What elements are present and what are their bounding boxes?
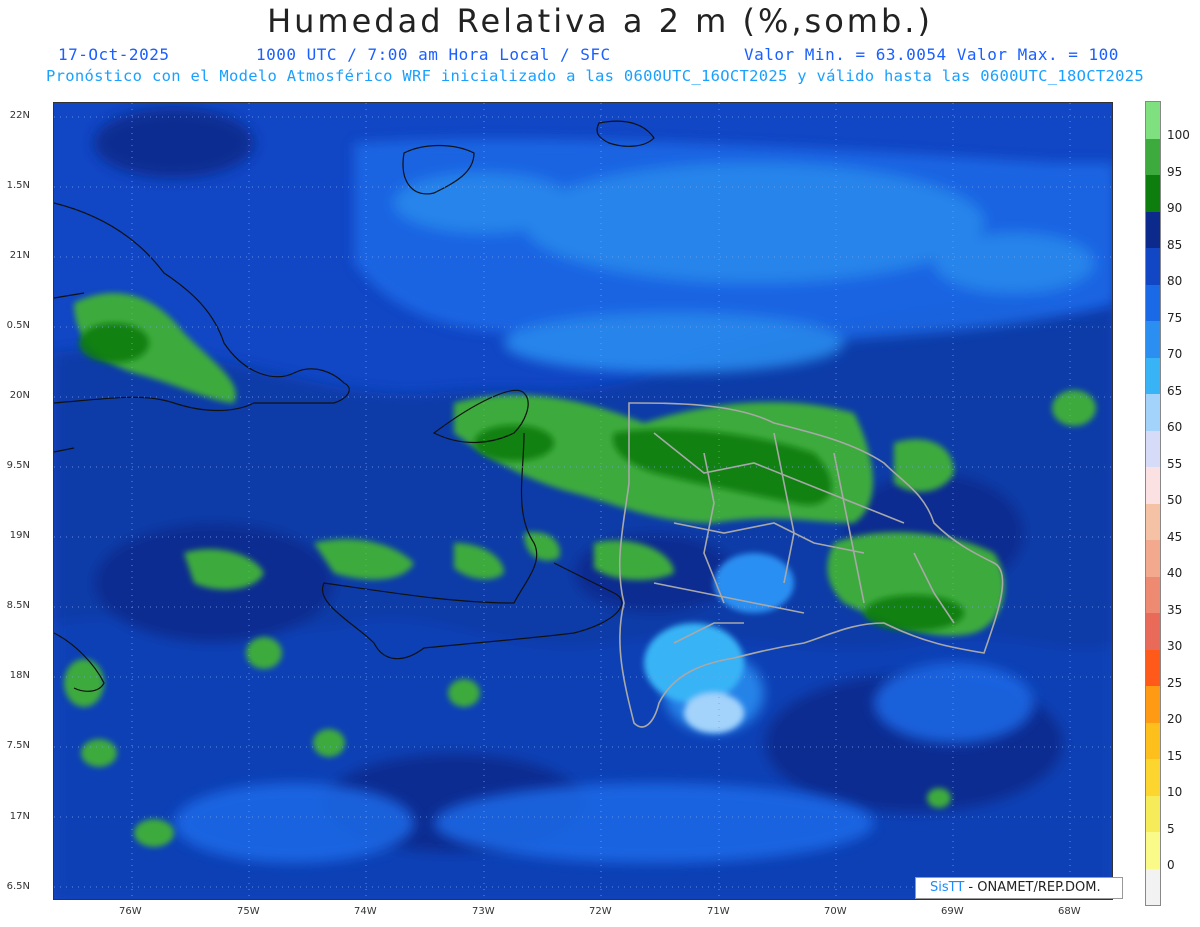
colorbar-label-50: 50 [1167, 493, 1183, 507]
colorbar-label-90: 90 [1167, 201, 1183, 215]
model-info: Pronóstico con el Modelo Atmosférico WRF… [46, 67, 1145, 85]
lon-label-72w: 72W [589, 906, 612, 917]
colorbar-swatch [1146, 503, 1160, 540]
lon-label-76w: 76W [119, 906, 142, 917]
humidity-map [53, 102, 1113, 900]
lon-label-68w: 68W [1058, 906, 1081, 917]
colorbar-swatch [1146, 832, 1160, 869]
colorbar-label-80: 80 [1167, 274, 1183, 288]
colorbar-label-60: 60 [1167, 420, 1183, 434]
colorbar-swatch [1146, 248, 1160, 285]
colorbar-swatch [1146, 211, 1160, 248]
colorbar-label-95: 95 [1167, 165, 1183, 179]
colorbar-swatch [1146, 284, 1160, 321]
colorbar-swatch [1146, 576, 1160, 613]
lat-label-16.5n: 6.5N [6, 881, 30, 892]
forecast-time: 1000 UTC / 7:00 am Hora Local / SFC [256, 45, 611, 64]
credit-box: SisTT - ONAMET/REP.DOM. [915, 877, 1123, 899]
colorbar-label-30: 30 [1167, 639, 1183, 653]
colorbar-swatch [1146, 759, 1160, 796]
lat-label-21n: 21N [9, 250, 30, 261]
lon-label-69w: 69W [941, 906, 964, 917]
colorbar-label-55: 55 [1167, 457, 1183, 471]
colorbar-swatch [1146, 868, 1160, 905]
colorbar-label-35: 35 [1167, 603, 1183, 617]
forecast-date: 17-Oct-2025 [58, 45, 170, 64]
colorbar-swatch [1146, 540, 1160, 577]
colorbar-label-20: 20 [1167, 712, 1183, 726]
map-title: Humedad Relativa a 2 m (%,somb.) [267, 2, 933, 40]
colorbar-label-70: 70 [1167, 347, 1183, 361]
colorbar-swatch [1146, 138, 1160, 175]
lat-label-18n: 18N [9, 670, 30, 681]
colorbar-label-40: 40 [1167, 566, 1183, 580]
colorbar-swatch [1146, 430, 1160, 467]
colorbar-label-25: 25 [1167, 676, 1183, 690]
lat-label-19n: 19N [9, 530, 30, 541]
colorbar-swatch [1146, 357, 1160, 394]
credit-text: - ONAMET/REP.DOM. [964, 880, 1101, 895]
min-max-values: Valor Min. = 63.0054 Valor Max. = 100 [744, 45, 1119, 64]
colorbar-swatch [1146, 795, 1160, 832]
lon-label-70w: 70W [824, 906, 847, 917]
lon-label-73w: 73W [472, 906, 495, 917]
lon-label-74w: 74W [354, 906, 377, 917]
colorbar-swatch [1146, 722, 1160, 759]
colorbar-label-10: 10 [1167, 785, 1183, 799]
colorbar-label-0: 0 [1167, 858, 1175, 872]
colorbar-label-5: 5 [1167, 822, 1175, 836]
humidity-colorbar [1145, 101, 1161, 906]
colorbar-swatch [1146, 686, 1160, 723]
colorbar-swatch [1146, 613, 1160, 650]
colorbar-swatch [1146, 102, 1160, 139]
lat-label-20.5n: 0.5N [6, 320, 30, 331]
lat-label-20n: 20N [9, 390, 30, 401]
sistt-logo: SisTT [930, 880, 965, 895]
colorbar-label-65: 65 [1167, 384, 1183, 398]
colorbar-label-100: 100 [1167, 128, 1190, 142]
lon-label-75w: 75W [237, 906, 260, 917]
lat-label-17n: 17N [9, 811, 30, 822]
lat-label-21.5n: 1.5N [6, 180, 30, 191]
colorbar-label-75: 75 [1167, 311, 1183, 325]
colorbar-swatch [1146, 467, 1160, 504]
colorbar-swatch [1146, 175, 1160, 212]
lat-label-18.5n: 8.5N [6, 600, 30, 611]
colorbar-swatch [1146, 394, 1160, 431]
lat-label-17.5n: 7.5N [6, 740, 30, 751]
lat-label-22n: 22N [9, 110, 30, 121]
colorbar-label-85: 85 [1167, 238, 1183, 252]
lat-label-19.5n: 9.5N [6, 460, 30, 471]
colorbar-swatch [1146, 649, 1160, 686]
colorbar-label-15: 15 [1167, 749, 1183, 763]
colorbar-label-45: 45 [1167, 530, 1183, 544]
lon-label-71w: 71W [707, 906, 730, 917]
colorbar-swatch [1146, 321, 1160, 358]
